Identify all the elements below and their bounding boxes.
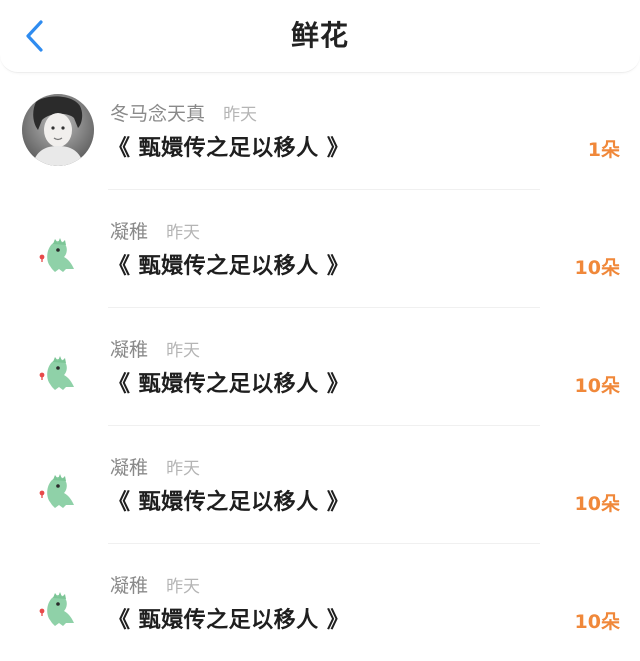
flower-count: 10朵 bbox=[574, 493, 620, 515]
dinosaur-icon bbox=[39, 238, 74, 272]
timestamp: 昨天 bbox=[223, 105, 258, 125]
flower-count: 10朵 bbox=[574, 257, 620, 279]
user-name[interactable]: 凝稚 昨天 bbox=[110, 456, 200, 481]
user-name[interactable]: 凝稚 昨天 bbox=[110, 338, 200, 363]
user-name[interactable]: 凝稚 昨天 bbox=[110, 220, 200, 245]
dinosaur-icon bbox=[39, 592, 74, 626]
list-item[interactable]: 凝稚 昨天 《 甄嬛传之足以移人 》 10朵 bbox=[0, 190, 640, 308]
avatar[interactable] bbox=[22, 94, 94, 166]
user-name-text: 凝稚 bbox=[110, 221, 149, 243]
flower-count: 10朵 bbox=[574, 375, 620, 397]
flowers-screen: 鲜花 冬马念天真 昨天 《 甄嬛传之足以移人 》 1朵 凝稚 昨天 《 甄嬛传之… bbox=[0, 0, 640, 661]
dinosaur-icon bbox=[39, 474, 74, 508]
user-name-text: 凝稚 bbox=[110, 339, 149, 361]
timestamp: 昨天 bbox=[166, 223, 201, 243]
dinosaur-icon bbox=[39, 356, 74, 390]
user-name-text: 冬马念天真 bbox=[110, 103, 206, 125]
flower-count: 1朵 bbox=[587, 139, 620, 161]
avatar[interactable] bbox=[30, 344, 82, 396]
work-title[interactable]: 《 甄嬛传之足以移人 》 bbox=[108, 134, 349, 164]
timestamp: 昨天 bbox=[166, 341, 201, 361]
work-title[interactable]: 《 甄嬛传之足以移人 》 bbox=[108, 370, 349, 400]
list-item[interactable]: 凝稚 昨天 《 甄嬛传之足以移人 》 10朵 bbox=[0, 544, 640, 661]
work-title[interactable]: 《 甄嬛传之足以移人 》 bbox=[108, 488, 349, 518]
avatar[interactable] bbox=[30, 226, 82, 278]
photo-avatar-icon bbox=[22, 94, 94, 166]
work-title[interactable]: 《 甄嬛传之足以移人 》 bbox=[108, 252, 349, 282]
timestamp: 昨天 bbox=[166, 459, 201, 479]
flower-list: 冬马念天真 昨天 《 甄嬛传之足以移人 》 1朵 凝稚 昨天 《 甄嬛传之足以移… bbox=[0, 72, 640, 661]
user-name-text: 凝稚 bbox=[110, 575, 149, 597]
avatar[interactable] bbox=[30, 462, 82, 514]
timestamp: 昨天 bbox=[166, 577, 201, 597]
user-name[interactable]: 冬马念天真 昨天 bbox=[110, 102, 257, 127]
list-item[interactable]: 凝稚 昨天 《 甄嬛传之足以移人 》 10朵 bbox=[0, 426, 640, 544]
user-name-text: 凝稚 bbox=[110, 457, 149, 479]
work-title[interactable]: 《 甄嬛传之足以移人 》 bbox=[108, 606, 349, 636]
flower-count: 10朵 bbox=[574, 611, 620, 633]
list-item[interactable]: 凝稚 昨天 《 甄嬛传之足以移人 》 10朵 bbox=[0, 308, 640, 426]
top-bar: 鲜花 bbox=[0, 0, 640, 73]
list-item[interactable]: 冬马念天真 昨天 《 甄嬛传之足以移人 》 1朵 bbox=[0, 72, 640, 190]
page-title: 鲜花 bbox=[290, 19, 349, 52]
avatar[interactable] bbox=[30, 580, 82, 632]
user-name[interactable]: 凝稚 昨天 bbox=[110, 574, 200, 599]
